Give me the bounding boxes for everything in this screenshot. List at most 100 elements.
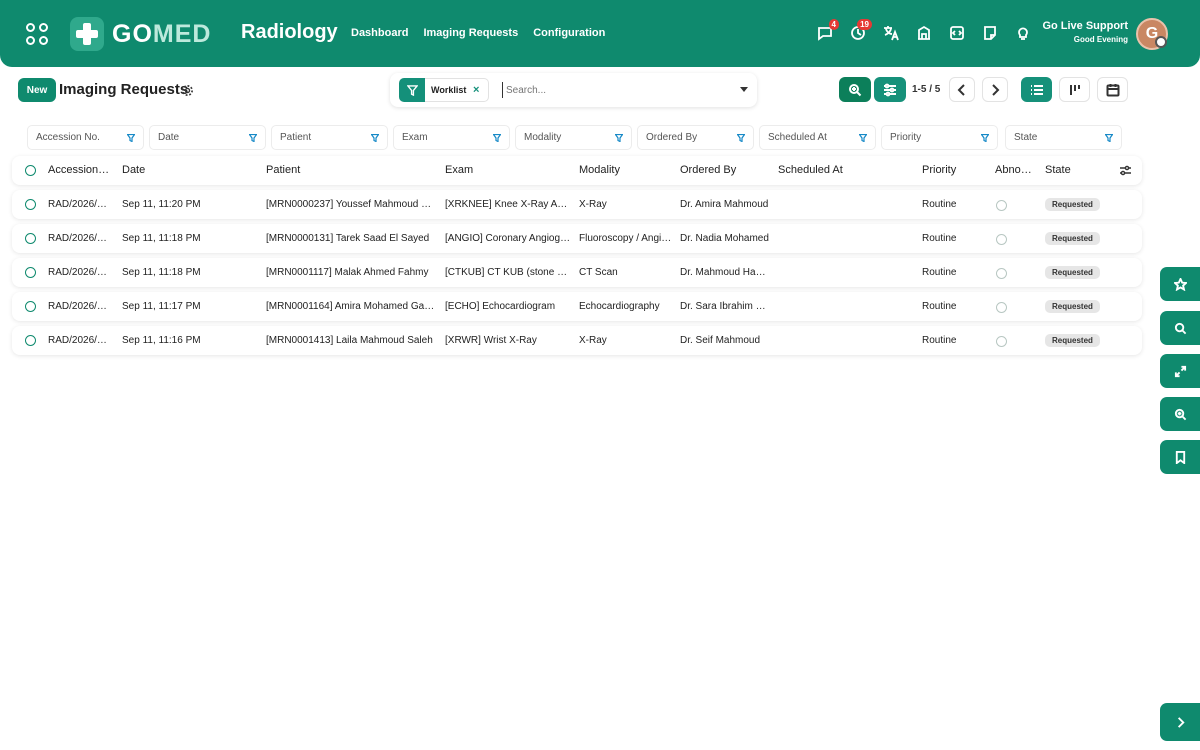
cell-modality: X-Ray [579,335,607,346]
col-date[interactable]: Date [122,156,252,185]
abnormal-indicator[interactable] [996,268,1007,279]
filter-state[interactable]: State [1005,125,1122,150]
table-row[interactable]: RAD/2026/00002 Sep 11, 11:17 PM [MRN0001… [12,292,1142,321]
cell-priority: Routine [922,335,957,346]
pager-next-button[interactable] [982,77,1008,102]
nav-imaging-requests[interactable]: Imaging Requests [423,27,518,39]
abnormal-indicator[interactable] [996,200,1007,211]
search-icon [1174,322,1186,334]
filter-date[interactable]: Date [149,125,266,150]
code-editor-icon[interactable] [948,24,966,42]
new-button[interactable]: New [18,78,56,102]
col-abnormal[interactable]: Abnormal [995,156,1034,185]
table-row[interactable]: RAD/2026/00004 Sep 11, 11:18 PM [MRN0000… [12,224,1142,253]
abnormal-indicator[interactable] [996,302,1007,313]
funnel-icon [127,134,135,142]
table-row[interactable]: RAD/2026/00003 Sep 11, 11:18 PM [MRN0001… [12,258,1142,287]
activity-clock-icon[interactable]: 19 [849,19,872,42]
pager-prev-button[interactable] [949,77,975,102]
row-select-radio[interactable] [25,335,36,346]
kanban-view-button[interactable] [1059,77,1090,102]
row-select-radio[interactable] [25,301,36,312]
filter-priority[interactable]: Priority [881,125,998,150]
gomed-logo[interactable]: GOMED [70,16,211,52]
list-view-button[interactable] [1021,77,1052,102]
gear-icon[interactable] [181,84,194,97]
favorites-tool-button[interactable] [1160,267,1200,301]
zoom-search-button[interactable] [839,77,871,102]
cell-accession: RAD/2026/00005 [48,199,111,210]
translate-icon[interactable] [882,24,900,42]
cell-modality: CT Scan [579,267,618,278]
apps-menu-icon[interactable] [26,23,48,45]
search-tool-button[interactable] [1160,311,1200,345]
messages-badge: 4 [828,19,839,30]
search-input[interactable] [502,82,732,98]
calendar-view-button[interactable] [1097,77,1128,102]
tips-bulb-icon[interactable] [1014,24,1032,42]
search-dropdown-toggle[interactable] [740,87,748,92]
user-menu[interactable]: Go Live Support Good Evening [1042,20,1128,44]
row-select-radio[interactable] [25,233,36,244]
status-badge: Requested [1045,300,1100,313]
collapse-panel-button[interactable] [1160,703,1200,741]
messages-icon[interactable]: 4 [816,19,839,42]
company-building-icon[interactable] [915,24,933,42]
top-navbar: GOMED Radiology Dashboard Imaging Reques… [0,0,1200,67]
col-state[interactable]: State [1045,156,1095,185]
facet-label: Worklist [431,85,467,95]
pager-value[interactable]: 1-5 / 5 [912,84,940,95]
filter-label: Modality [524,132,562,143]
activity-badge: 19 [857,19,872,30]
cell-scheduled-at [778,292,898,321]
select-all-radio[interactable] [25,165,36,176]
abnormal-indicator[interactable] [996,234,1007,245]
main-nav: Dashboard Imaging Requests Configuration [351,27,605,39]
col-ordered-by[interactable]: Ordered By [680,156,770,185]
cell-ordered-by: Dr. Sara Ibrahim Ezzat [680,301,770,312]
col-modality[interactable]: Modality [579,156,669,185]
column-settings-icon[interactable] [1119,164,1132,177]
cell-exam: [ECHO] Echocardiogram [445,301,556,312]
funnel-icon [371,134,379,142]
bookmark-tool-button[interactable] [1160,440,1200,474]
filter-label: Ordered By [646,132,698,143]
cell-exam: [CTKUB] CT KUB (stone protocol) [445,267,571,278]
filter-modality[interactable]: Modality [515,125,632,150]
cell-date: Sep 11, 11:17 PM [122,301,201,312]
filter-exam[interactable]: Exam [393,125,510,150]
zoom-tool-button[interactable] [1160,397,1200,431]
cell-date: Sep 11, 11:18 PM [122,233,201,244]
col-scheduled-at[interactable]: Scheduled At [778,156,898,185]
col-accession[interactable]: Accession No. [48,156,111,185]
kanban-view-icon [1069,84,1080,95]
filter-settings-button[interactable] [874,77,906,102]
funnel-icon [981,134,989,142]
filter-accession[interactable]: Accession No. [27,125,144,150]
col-patient[interactable]: Patient [266,156,426,185]
star-icon [1173,277,1187,291]
facet-close-icon[interactable]: × [473,84,479,96]
nav-dashboard[interactable]: Dashboard [351,27,408,39]
status-badge: Requested [1045,232,1100,245]
notes-icon[interactable] [981,24,999,42]
filter-ordered-by[interactable]: Ordered By [637,125,754,150]
search-panel: Worklist × [390,73,757,107]
status-badge: Requested [1045,266,1100,279]
col-priority[interactable]: Priority [922,156,982,185]
row-select-radio[interactable] [25,267,36,278]
row-select-radio[interactable] [25,199,36,210]
expand-tool-button[interactable] [1160,354,1200,388]
filter-funnel-icon[interactable] [399,78,425,102]
nav-configuration[interactable]: Configuration [533,27,605,39]
table-row[interactable]: RAD/2026/00005 Sep 11, 11:20 PM [MRN0000… [12,190,1142,219]
status-badge: Requested [1045,334,1100,347]
table-row[interactable]: RAD/2026/00001 Sep 11, 11:16 PM [MRN0001… [12,326,1142,355]
col-exam[interactable]: Exam [445,156,565,185]
abnormal-indicator[interactable] [996,336,1007,347]
cell-priority: Routine [922,199,957,210]
cell-ordered-by: Dr. Amira Mahmoud [680,199,769,210]
filter-patient[interactable]: Patient [271,125,388,150]
filter-label: State [1014,132,1038,143]
filter-scheduled-at[interactable]: Scheduled At [759,125,876,150]
